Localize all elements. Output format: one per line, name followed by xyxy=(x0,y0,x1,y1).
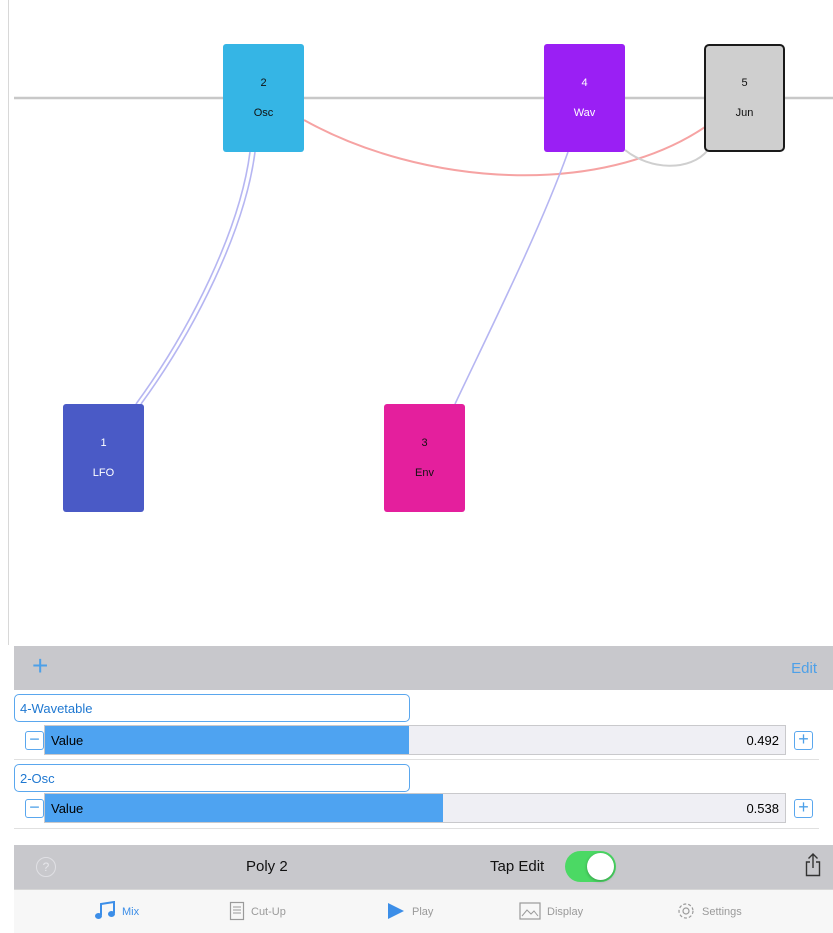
node-number: 1 xyxy=(100,437,107,449)
connection-lfo-osc-b xyxy=(140,151,256,405)
play-icon xyxy=(386,901,412,924)
tab-bar: Mix Cut-Up Play Display Settings xyxy=(14,889,833,933)
increment-button[interactable]: + xyxy=(794,798,813,818)
tab-label: Play xyxy=(412,906,434,918)
node-number: 3 xyxy=(421,437,428,449)
tab-mix[interactable]: Mix xyxy=(94,890,139,933)
tab-label: Mix xyxy=(122,906,140,918)
decrement-button[interactable]: − xyxy=(25,730,44,750)
param-toolbar: + Edit xyxy=(14,646,833,690)
status-toolbar: ? Poly 2 Tap Edit xyxy=(14,845,833,889)
music-note-icon xyxy=(94,900,122,924)
node-lfo[interactable]: 1 LFO xyxy=(63,404,144,512)
connection-wav-jun xyxy=(624,149,709,167)
help-button[interactable]: ? xyxy=(36,857,56,877)
row-divider xyxy=(14,828,819,829)
decrement-button[interactable]: − xyxy=(25,798,44,818)
slider-value: 0.538 xyxy=(746,801,779,816)
slider-fill xyxy=(45,726,410,754)
connection-osc-jun xyxy=(303,119,709,177)
node-osc[interactable]: 2 Osc xyxy=(223,44,304,152)
connection-lfo-osc-a xyxy=(135,151,251,405)
param-name-field[interactable]: 2-Osc xyxy=(14,764,410,792)
tab-label: Settings xyxy=(702,906,742,918)
connection-env-wav xyxy=(454,151,569,405)
node-label: Osc xyxy=(253,107,274,119)
tap-edit-toggle[interactable] xyxy=(565,851,616,882)
node-label: Env xyxy=(415,467,434,479)
patch-canvas[interactable]: 1 LFO 2 Osc 3 Env 4 Wav 5 Jun xyxy=(0,0,833,645)
node-jun[interactable]: 5 Jun xyxy=(704,44,785,152)
gear-icon xyxy=(676,901,702,924)
slider-value: 0.492 xyxy=(746,733,779,748)
value-slider[interactable]: Value 0.492 xyxy=(44,725,786,755)
toggle-knob xyxy=(587,853,614,880)
add-button[interactable]: + xyxy=(32,652,48,680)
document-icon xyxy=(229,901,251,924)
share-icon[interactable] xyxy=(805,853,821,882)
node-wav[interactable]: 4 Wav xyxy=(544,44,625,152)
param-name-field[interactable]: 4-Wavetable xyxy=(14,694,410,722)
poly-label[interactable]: Poly 2 xyxy=(246,858,288,875)
slider-label: Value xyxy=(51,801,84,816)
tab-display[interactable]: Display xyxy=(519,890,583,933)
slider-fill xyxy=(45,794,444,822)
node-env[interactable]: 3 Env xyxy=(384,404,465,512)
row-divider xyxy=(14,759,819,760)
node-label: LFO xyxy=(92,467,115,479)
value-slider[interactable]: Value 0.538 xyxy=(44,793,786,823)
tab-label: Display xyxy=(547,906,584,918)
tab-play[interactable]: Play xyxy=(386,890,433,933)
slider-label: Value xyxy=(51,733,84,748)
node-number: 2 xyxy=(260,77,267,89)
node-label: Jun xyxy=(735,107,754,119)
edit-button[interactable]: Edit xyxy=(791,660,817,677)
node-number: 4 xyxy=(581,77,588,89)
increment-button[interactable]: + xyxy=(794,730,813,750)
tab-settings[interactable]: Settings xyxy=(676,890,742,933)
image-icon xyxy=(519,901,547,923)
tap-edit-label: Tap Edit xyxy=(490,858,545,875)
node-number: 5 xyxy=(741,77,748,89)
node-label: Wav xyxy=(573,107,596,119)
tab-cut-up[interactable]: Cut-Up xyxy=(229,890,286,933)
tab-label: Cut-Up xyxy=(251,906,286,918)
